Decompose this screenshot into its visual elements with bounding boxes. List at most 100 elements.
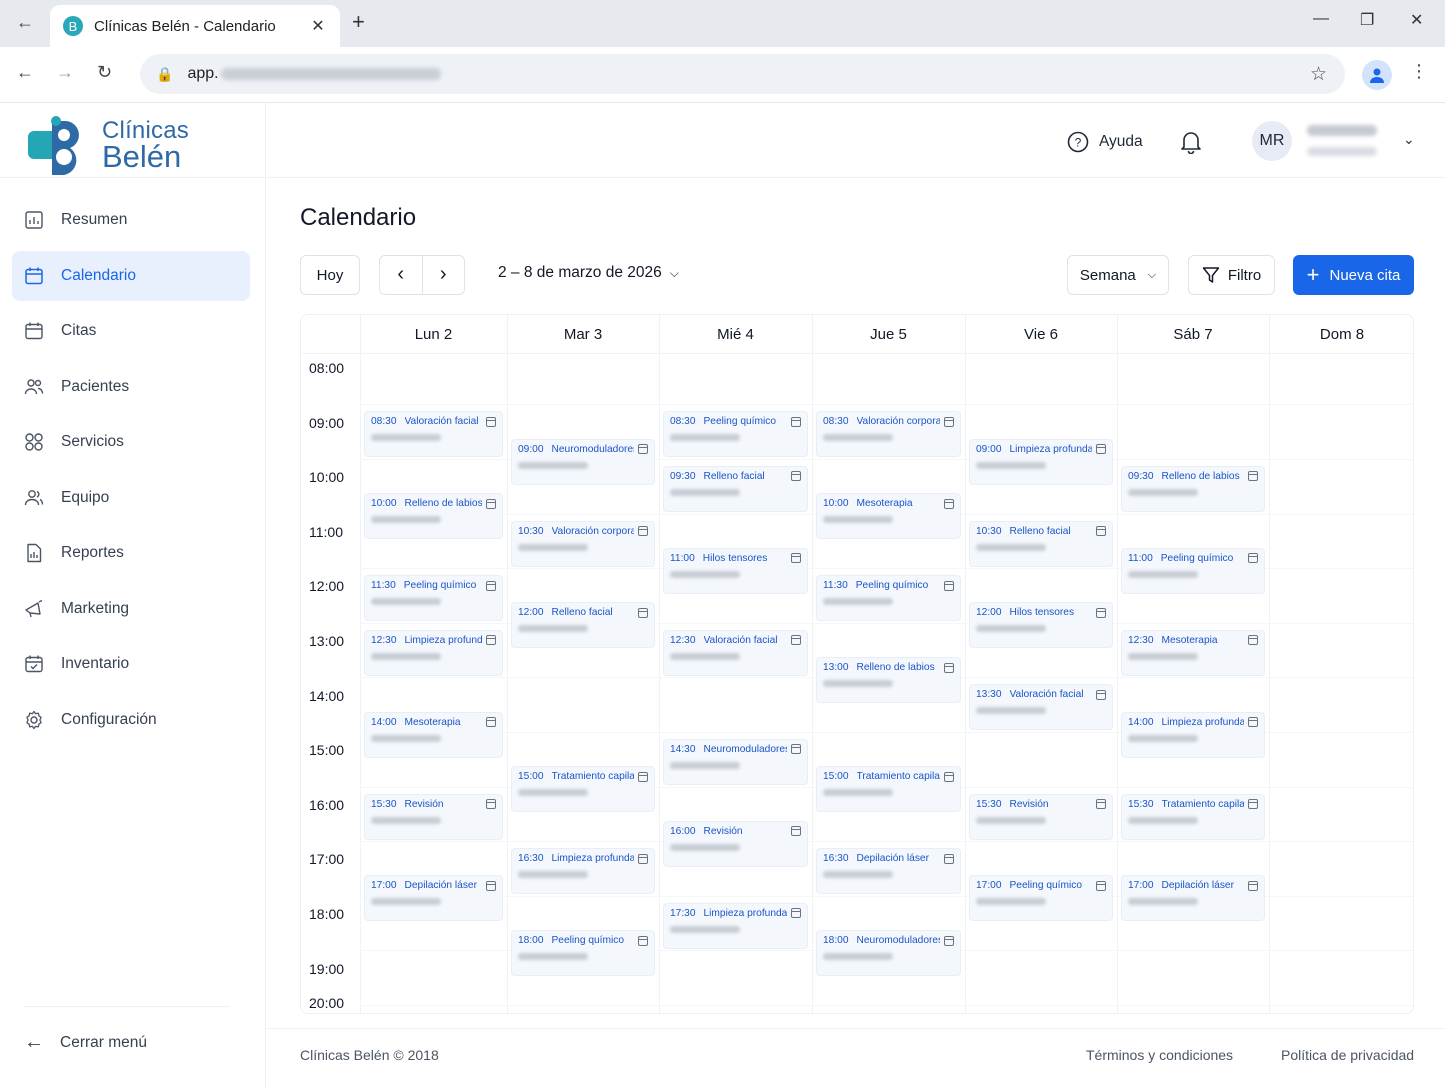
hour-label: 18:00 <box>309 906 345 922</box>
day-header[interactable]: Jue 5 <box>812 315 965 353</box>
bookmark-star-icon[interactable]: ☆ <box>1310 63 1327 86</box>
profile-icon[interactable] <box>1362 60 1392 90</box>
day-header[interactable]: Lun 2 <box>360 315 507 353</box>
appointment-card[interactable]: 12:30 Valoración facial <box>663 629 808 676</box>
close-menu-button[interactable]: ← Cerrar menú <box>24 1031 147 1054</box>
sidebar-item-patients[interactable]: Pacientes <box>12 362 250 412</box>
appointment-card[interactable]: 11:00 Hilos tensores <box>663 547 808 594</box>
appointment-card[interactable]: 13:30 Valoración facial <box>969 684 1113 731</box>
appointment-card[interactable]: 09:30 Relleno facial <box>663 465 808 512</box>
appointment-card[interactable]: 17:00 Depilación láser <box>364 875 503 922</box>
today-button[interactable]: Hoy <box>300 255 360 295</box>
appointment-card[interactable]: 14:00 Limpieza profunda <box>1121 711 1265 758</box>
patient-name-redacted <box>823 434 893 442</box>
patient-name-redacted <box>1128 488 1198 496</box>
sidebar-item-marketing[interactable]: Marketing <box>12 584 250 634</box>
notifications-bell-icon[interactable] <box>1180 130 1202 154</box>
filter-button[interactable]: Filtro <box>1188 255 1275 295</box>
appointment-card[interactable]: 17:00 Peeling químico <box>969 875 1113 922</box>
appointment-card[interactable]: 12:00 Hilos tensores <box>969 602 1113 649</box>
reload-icon[interactable]: ↻ <box>97 62 112 83</box>
appointment-card[interactable]: 16:30 Depilación láser <box>816 848 961 895</box>
reports-icon <box>24 543 44 563</box>
sidebar-item-dashboard[interactable]: Resumen <box>12 195 250 245</box>
day-header[interactable]: Vie 6 <box>965 315 1117 353</box>
appointment-card[interactable]: 16:00 Revisión <box>663 820 808 867</box>
appointment-card[interactable]: 12:30 Limpieza profunda <box>364 629 503 676</box>
sidebar-item-calendar[interactable]: Calendario <box>12 250 250 301</box>
user-avatar[interactable]: MR <box>1252 121 1292 161</box>
appointment-card[interactable]: 08:30 Valoración corporal <box>816 411 961 458</box>
forward-icon[interactable]: → <box>56 62 74 83</box>
appointment-card[interactable]: 11:00 Peeling químico <box>1121 547 1265 594</box>
appointment-card[interactable]: 10:00 Relleno de labios <box>364 493 503 540</box>
minimize-icon[interactable]: — <box>1313 10 1329 28</box>
sidebar-item-settings[interactable]: Configuración <box>12 695 250 745</box>
privacy-link[interactable]: Política de privacidad <box>1281 1047 1414 1063</box>
appointment-card[interactable]: 10:30 Relleno facial <box>969 520 1113 567</box>
sidebar-item-appointments[interactable]: Citas <box>12 306 250 356</box>
terms-link[interactable]: Términos y condiciones <box>1086 1047 1233 1063</box>
day-header[interactable]: Sáb 7 <box>1117 315 1269 353</box>
new-appointment-button[interactable]: + Nueva cita <box>1293 255 1414 295</box>
appointment-card[interactable]: 11:30 Peeling químico <box>816 575 961 622</box>
appointment-card[interactable]: 15:00 Tratamiento capilar <box>511 766 655 813</box>
help-button[interactable]: ? Ayuda <box>1067 131 1143 153</box>
appointment-card[interactable]: 08:30 Peeling químico <box>663 411 808 458</box>
appointment-card[interactable]: 14:00 Mesoterapia <box>364 711 503 758</box>
appointment-time: 11:00 <box>670 552 695 564</box>
sidebar-item-reports[interactable]: Reportes <box>12 528 250 578</box>
new-tab-icon[interactable]: + <box>352 9 365 35</box>
browser-tab[interactable]: B Clínicas Belén - Calendario ✕ <box>50 5 340 47</box>
close-window-icon[interactable]: ✕ <box>1410 10 1423 30</box>
day-header[interactable]: Mié 4 <box>659 315 812 353</box>
date-range-picker[interactable]: 2 – 8 de marzo de 2026 ⌵ <box>498 264 679 282</box>
appointment-card[interactable]: 09:30 Relleno de labios <box>1121 465 1265 512</box>
sidebar-item-services[interactable]: Servicios <box>12 417 250 467</box>
appointment-card[interactable]: 10:30 Valoración corporal <box>511 520 655 567</box>
appointment-card[interactable]: 13:00 Relleno de labios <box>816 657 961 703</box>
appointment-card[interactable]: 17:00 Depilación láser <box>1121 875 1265 922</box>
appointment-card[interactable]: 09:00 Neuromoduladores <box>511 438 655 485</box>
sidebar-item-team[interactable]: Equipo <box>12 473 250 523</box>
sidebar-item-inventory[interactable]: Inventario <box>12 639 250 689</box>
back-icon[interactable]: ← <box>16 62 34 83</box>
appointment-card[interactable]: 15:30 Revisión <box>364 793 503 840</box>
svg-text:?: ? <box>1075 136 1082 150</box>
appointment-card[interactable]: 08:30 Valoración facial <box>364 411 503 458</box>
close-tab-icon[interactable]: ✕ <box>308 16 328 36</box>
appointment-card[interactable]: 12:00 Relleno facial <box>511 602 655 649</box>
view-select[interactable]: Semana ⌵ <box>1067 255 1169 295</box>
brand-logo[interactable]: Clínicas Belén <box>26 113 189 175</box>
appointment-card[interactable]: 14:30 Neuromoduladores <box>663 738 808 785</box>
appointment-card[interactable]: 10:00 Mesoterapia <box>816 493 961 540</box>
appointment-time: 09:00 <box>518 443 544 455</box>
prev-week-button[interactable]: ‹ <box>380 256 423 294</box>
calendar-small-icon <box>944 771 954 782</box>
appointment-card[interactable]: 18:00 Neuromoduladores <box>816 930 961 976</box>
restore-icon[interactable]: ❐ <box>1360 10 1374 30</box>
appointment-service: Neuromoduladores <box>703 743 788 755</box>
hour-label: 11:00 <box>309 523 343 540</box>
day-header[interactable]: Dom 8 <box>1269 315 1413 353</box>
appointment-service: Limpieza profunda <box>404 634 483 646</box>
appointment-service: Limpieza profunda <box>551 853 635 865</box>
tab-search-icon[interactable]: ← <box>14 12 36 34</box>
address-bar[interactable]: 🔒 app. ☆ <box>140 54 1345 94</box>
chevron-down-icon[interactable]: ⌄ <box>1403 131 1415 148</box>
appointment-card[interactable]: 15:30 Revisión <box>969 793 1113 840</box>
sidebar-item-label: Equipo <box>61 488 110 506</box>
appointment-card[interactable]: 18:00 Peeling químico <box>511 930 655 976</box>
appointment-card[interactable]: 11:30 Peeling químico <box>364 575 503 622</box>
next-week-button[interactable]: › <box>423 256 465 294</box>
appointment-card[interactable]: 16:30 Limpieza profunda <box>511 848 655 895</box>
appointment-card[interactable]: 15:00 Tratamiento capilar <box>816 766 961 813</box>
new-appointment-label: Nueva cita <box>1329 266 1401 284</box>
appointment-card[interactable]: 15:30 Tratamiento capilar <box>1121 793 1265 840</box>
appointment-card[interactable]: 17:30 Limpieza profunda <box>663 902 808 949</box>
appointment-card[interactable]: 09:00 Limpieza profunda <box>969 438 1113 485</box>
sidebar-item-label: Servicios <box>61 433 124 450</box>
appointment-card[interactable]: 12:30 Mesoterapia <box>1121 629 1265 676</box>
browser-menu-icon[interactable]: ⋮ <box>1410 61 1428 82</box>
day-header[interactable]: Mar 3 <box>507 315 659 353</box>
